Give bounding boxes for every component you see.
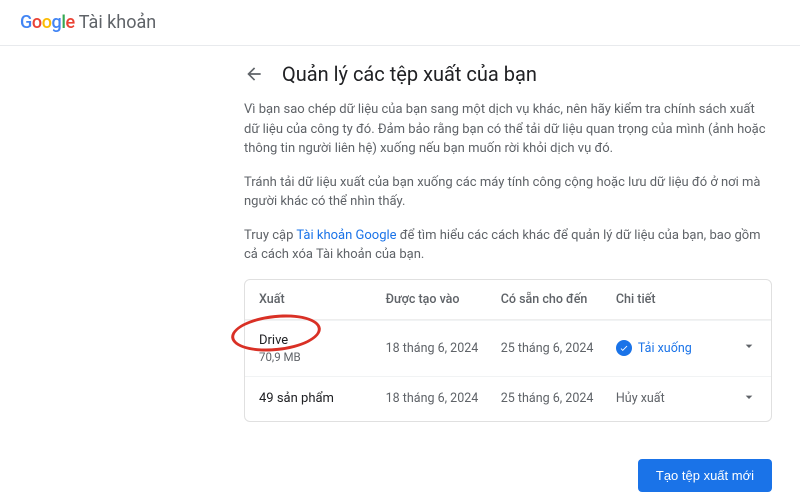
footer-bar: Tạo tệp xuất mới: [638, 459, 772, 492]
cancel-export-action[interactable]: Hủy xuất: [616, 391, 665, 406]
download-label: Tải xuống: [638, 341, 692, 356]
chevron-down-icon[interactable]: [741, 338, 757, 358]
check-circle-icon: [616, 340, 632, 356]
table-row: 49 sản phẩm 18 tháng 6, 2024 25 tháng 6,…: [245, 376, 771, 421]
export-size: 70,9 MB: [259, 350, 386, 364]
export-available: 25 tháng 6, 2024: [501, 391, 616, 406]
col-export: Xuất: [259, 292, 386, 307]
export-created: 18 tháng 6, 2024: [386, 341, 501, 356]
google-account-link[interactable]: Tài khoản Google: [296, 228, 396, 243]
page-title: Quản lý các tệp xuất của bạn: [282, 62, 537, 86]
col-details: Chi tiết: [616, 292, 731, 307]
col-created: Được tạo vào: [386, 292, 501, 307]
export-product: 49 sản phẩm: [259, 391, 386, 406]
download-action[interactable]: Tải xuống: [616, 340, 692, 356]
table-row: Drive 70,9 MB 18 tháng 6, 2024 25 tháng …: [245, 320, 771, 376]
export-available: 25 tháng 6, 2024: [501, 341, 616, 356]
table-header-row: Xuất Được tạo vào Có sẵn cho đến Chi tiế…: [245, 280, 771, 320]
app-header: Google Tài khoản: [0, 0, 800, 46]
exports-table: Xuất Được tạo vào Có sẵn cho đến Chi tiế…: [244, 279, 772, 422]
create-new-export-button[interactable]: Tạo tệp xuất mới: [638, 459, 772, 492]
google-logo: Google: [20, 12, 75, 33]
intro-paragraph-1: Vì bạn sao chép dữ liệu của bạn sang một…: [244, 100, 772, 159]
export-created: 18 tháng 6, 2024: [386, 391, 501, 406]
back-arrow-icon[interactable]: [244, 64, 264, 84]
chevron-down-icon[interactable]: [741, 389, 757, 409]
intro-paragraph-3: Truy cập Tài khoản Google để tìm hiểu cá…: [244, 226, 772, 265]
product-name: Tài khoản: [79, 12, 156, 33]
intro-paragraph-2: Tránh tải dữ liệu xuất của bạn xuống các…: [244, 173, 772, 212]
export-product: Drive: [259, 333, 386, 348]
main-content: Quản lý các tệp xuất của bạn Vì bạn sao …: [216, 46, 800, 422]
para3-pre: Truy cập: [244, 228, 296, 243]
col-available: Có sẵn cho đến: [501, 292, 616, 307]
